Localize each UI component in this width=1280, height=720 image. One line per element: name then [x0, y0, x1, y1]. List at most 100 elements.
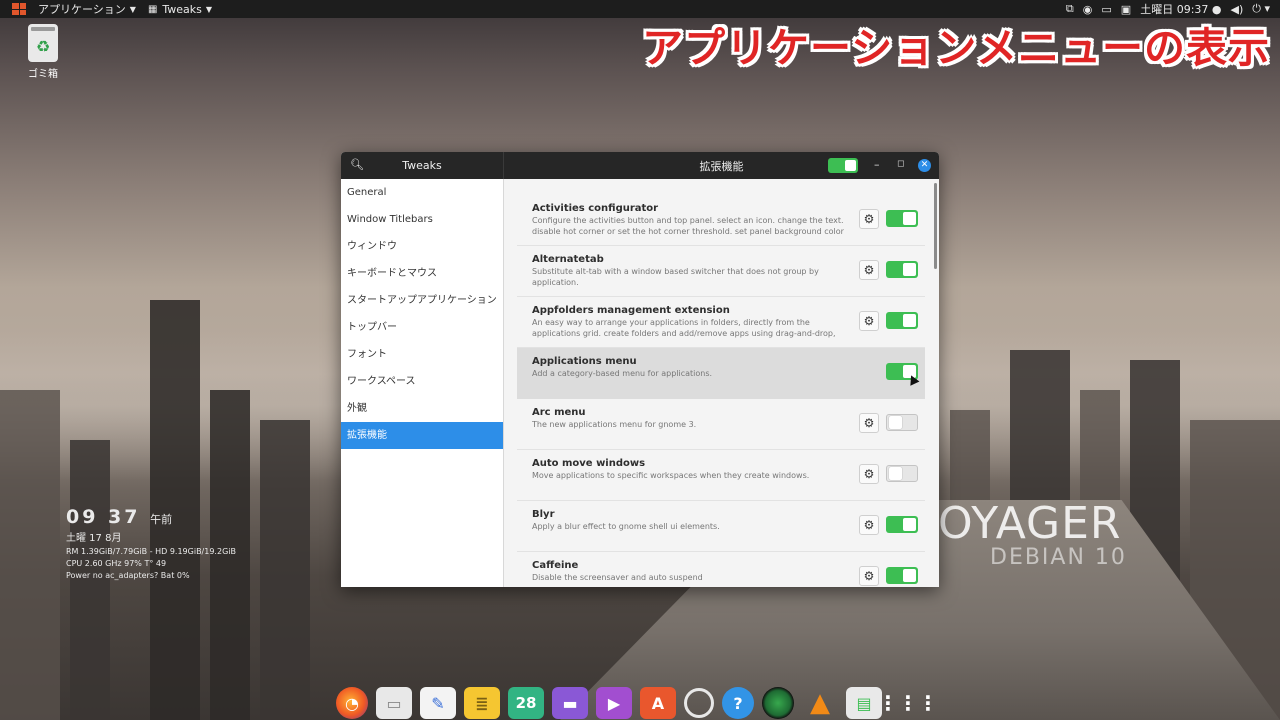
circle-app-icon[interactable]	[684, 688, 714, 718]
extension-list: Activities configurator Configure the ac…	[517, 195, 925, 587]
close-button[interactable]: ✕	[918, 159, 931, 172]
activities-icon[interactable]	[12, 3, 26, 15]
files-icon[interactable]: ▭	[376, 687, 412, 719]
sidebar-item-workspaces[interactable]: ワークスペース	[341, 368, 503, 395]
network-icon[interactable]: ⧉	[1066, 2, 1074, 16]
extension-toggle[interactable]	[886, 210, 918, 227]
gear-icon[interactable]: ⚙	[859, 413, 879, 433]
chevron-down-icon: ▼	[129, 4, 136, 14]
text-editor-icon[interactable]: ✎	[420, 687, 456, 719]
tweaks-app-icon[interactable]: ▤	[846, 687, 882, 719]
conky-cpu: CPU 2.60 GHz 97% T° 49	[66, 559, 167, 568]
gear-icon[interactable]: ⚙	[859, 311, 879, 331]
tweaks-window: 🔍︎ Tweaks 拡張機能 – ◻ ✕ General Window Titl…	[341, 152, 939, 587]
extension-toggle[interactable]	[886, 261, 918, 278]
minimize-button[interactable]: –	[874, 158, 880, 171]
show-applications-icon[interactable]: ⋮⋮⋮	[878, 687, 938, 719]
extension-row[interactable]: Auto move windows Move applications to s…	[517, 450, 925, 501]
extension-row[interactable]: Arc menu The new applications menu for g…	[517, 399, 925, 450]
search-icon[interactable]: 🔍︎	[350, 158, 364, 171]
extension-description: An easy way to arrange your applications…	[532, 318, 836, 338]
gear-icon[interactable]: ⚙	[859, 566, 879, 586]
conky-date: 土曜 17 8月	[66, 533, 122, 544]
sidebar-item-window-titlebars[interactable]: Window Titlebars	[341, 206, 503, 233]
window-menu-icon: ▦	[147, 3, 158, 15]
extension-row[interactable]: Activities configurator Configure the ac…	[517, 195, 925, 246]
trash-label: ゴミ箱	[28, 69, 58, 80]
extension-row[interactable]: Blyr Apply a blur effect to gnome shell …	[517, 501, 925, 552]
extension-row[interactable]: Appfolders management extension An easy …	[517, 297, 925, 348]
extension-toggle[interactable]	[886, 516, 918, 533]
help-icon[interactable]: ?	[722, 687, 754, 719]
maximize-button[interactable]: ◻	[897, 159, 904, 169]
extension-toggle[interactable]	[886, 312, 918, 329]
dock: ◔ ▭ ✎ ≣ 28 ▬ ▶ A ? ▲ ▤ ⋮⋮⋮	[336, 686, 938, 720]
extension-description: Apply a blur effect to gnome shell ui el…	[532, 522, 720, 531]
sidebar-item-windows[interactable]: ウィンドウ	[341, 233, 503, 260]
gear-icon[interactable]: ⚙	[859, 464, 879, 484]
power-icon[interactable]: ⏻ ▾	[1252, 2, 1270, 16]
applications-menu-label: アプリケーション	[38, 3, 126, 16]
extension-row[interactable]: Alternatetab Substitute alt-tab with a w…	[517, 246, 925, 297]
sidebar-item-fonts[interactable]: フォント	[341, 341, 503, 368]
notification-icon[interactable]: ▭	[1101, 3, 1111, 16]
conky-ampm: 午前	[150, 513, 173, 526]
video-player-icon[interactable]: ▶	[596, 687, 632, 719]
volume-icon[interactable]: ◀)	[1231, 3, 1244, 16]
notes-icon[interactable]: ≣	[464, 687, 500, 719]
extension-description: Configure the activities button and top …	[532, 216, 844, 236]
folder-icon[interactable]: ▬	[552, 687, 588, 719]
extensions-master-toggle[interactable]	[828, 158, 858, 173]
headline-caption: アプリケーションメニューの表示	[642, 24, 1270, 72]
extension-row[interactable]: Caffeine Disable the screensaver and aut…	[517, 552, 925, 587]
window-titlebar[interactable]: 🔍︎ Tweaks 拡張機能 – ◻ ✕	[341, 152, 939, 179]
sidebar-item-appearance[interactable]: 外観	[341, 395, 503, 422]
brand-subtext: DEBIAN 10	[990, 545, 1127, 570]
sidebar-item-top-bar[interactable]: トップバー	[341, 314, 503, 341]
extension-description: Substitute alt-tab with a window based s…	[532, 267, 819, 287]
conky-widget: 09 37 午前 土曜 17 8月 RM 1.39GiB/7.79GiB - H…	[66, 505, 236, 582]
extension-description: Disable the screensaver and auto suspend	[532, 573, 703, 582]
sidebar: General Window Titlebars ウィンドウ キーボードとマウス…	[341, 179, 504, 587]
extension-toggle[interactable]	[886, 414, 918, 431]
brand-text: OYAGER	[938, 498, 1122, 549]
extension-description: The new applications menu for gnome 3.	[532, 420, 697, 429]
extensions-panel: Activities configurator Configure the ac…	[504, 179, 939, 587]
calendar-icon[interactable]: 28	[508, 687, 544, 719]
extension-toggle[interactable]	[886, 465, 918, 482]
sidebar-item-extensions[interactable]: 拡張機能	[341, 422, 503, 449]
sidebar-title: Tweaks	[402, 159, 442, 172]
software-store-icon[interactable]: A	[640, 687, 676, 719]
trash-icon: ♻	[28, 24, 58, 62]
gear-icon[interactable]: ⚙	[859, 515, 879, 535]
globe-app-icon[interactable]	[762, 687, 794, 719]
clock[interactable]: 土曜日 09:37 ●	[1140, 1, 1221, 17]
conky-memory: RM 1.39GiB/7.79GiB - HD 9.19GiB/19.2GiB	[66, 547, 236, 556]
extension-description: Move applications to specific workspaces…	[532, 471, 810, 480]
firefox-icon[interactable]: ◔	[336, 687, 368, 719]
trash-desktop-icon[interactable]: ♻ ゴミ箱	[24, 24, 62, 80]
extension-name: Applications menu	[532, 356, 637, 367]
conky-time: 09 37 午前	[66, 505, 236, 532]
sidebar-item-keyboard-mouse[interactable]: キーボードとマウス	[341, 260, 503, 287]
conky-power: Power no ac_adapters? Bat 0%	[66, 571, 190, 580]
applications-menu[interactable]: アプリケーション ▼	[32, 0, 142, 18]
extension-row[interactable]: Applications menu Add a category-based m…	[517, 348, 925, 399]
extension-toggle[interactable]	[886, 567, 918, 584]
conky-time-value: 09 37	[66, 506, 141, 528]
gear-icon[interactable]: ⚙	[859, 260, 879, 280]
camera-icon[interactable]: ◉	[1083, 3, 1093, 16]
terminal-icon[interactable]: ▣	[1121, 3, 1131, 16]
top-bar: アプリケーション ▼ ▦ Tweaks ▼ ⧉ ◉ ▭ ▣ 土曜日 09:37 …	[0, 0, 1280, 18]
sidebar-item-startup-apps[interactable]: スタートアップアプリケーション	[341, 287, 503, 314]
scrollbar[interactable]	[934, 183, 937, 269]
extension-description: Add a category-based menu for applicatio…	[532, 369, 713, 378]
window-menu[interactable]: ▦ Tweaks ▼	[142, 0, 218, 18]
building	[260, 420, 310, 720]
window-menu-label: Tweaks	[162, 2, 202, 16]
gear-icon[interactable]: ⚙	[859, 209, 879, 229]
building	[0, 390, 60, 720]
vlc-icon[interactable]: ▲	[802, 687, 838, 719]
chevron-down-icon: ▼	[205, 4, 213, 14]
sidebar-item-general[interactable]: General	[341, 179, 503, 206]
